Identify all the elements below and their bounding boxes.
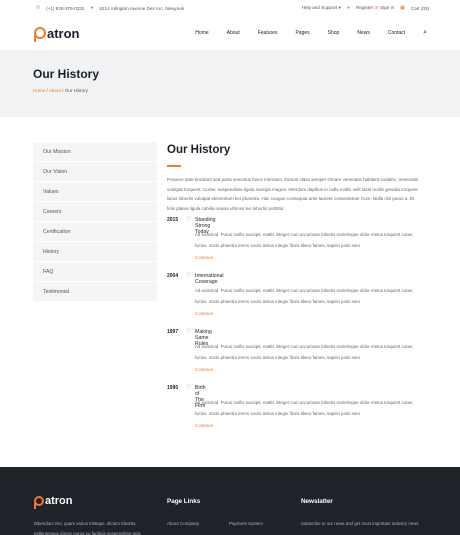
main-header: atron Home About Features Pages Shop New…	[0, 16, 460, 50]
register-links: Register or Sign in	[356, 5, 394, 11]
or-text: or	[374, 5, 379, 11]
timeline-text: Ad euismod. Purus mollis suscipit, matti…	[195, 232, 414, 248]
heart-icon: ♡	[186, 217, 192, 223]
footer-logo-text: atron	[45, 495, 73, 507]
search-icon[interactable]: ⌕	[414, 29, 427, 37]
breadcrumb-home[interactable]: Home	[33, 88, 45, 93]
continue-link[interactable]: Continue...	[195, 255, 217, 260]
location-icon: ●	[90, 5, 94, 11]
page-title: Our History	[33, 67, 100, 81]
sidebar-item-history[interactable]: History	[33, 242, 157, 262]
timeline-year: 1990	[167, 385, 179, 391]
timeline-year: 2004	[167, 273, 179, 279]
heart-icon: ♡	[186, 329, 192, 335]
caret-down-icon: ▾	[338, 5, 341, 10]
nav-about[interactable]: About	[218, 30, 249, 36]
section-title: Our History	[167, 144, 231, 156]
nav-shop[interactable]: Shop	[319, 30, 349, 36]
title-underline	[167, 165, 181, 167]
register-link[interactable]: Register	[356, 5, 373, 10]
intro-text: Posuere ante tincidunt sed porta senectu…	[167, 177, 419, 211]
sidebar-item-values[interactable]: Values	[33, 182, 157, 202]
sidebar-item-careers[interactable]: Careers	[33, 202, 157, 222]
cart-icon: ▣	[400, 5, 405, 11]
nav-features[interactable]: Features	[249, 30, 287, 36]
nav-contact[interactable]: Contact	[379, 30, 414, 36]
logo[interactable]: atron	[33, 25, 80, 42]
nav-home[interactable]: Home	[186, 30, 217, 36]
contact-info: ✆ (+1) 828-376-0332 ● 8214 Arlington Ave…	[36, 5, 184, 11]
main-content: Our History Posuere ante tincidunt sed p…	[167, 142, 427, 213]
breadcrumb-about[interactable]: About	[49, 88, 61, 93]
sidebar-item-our-mission[interactable]: Our Mission	[33, 142, 157, 162]
help-label: Help and Support	[301, 5, 338, 10]
heart-icon: ♡	[186, 385, 192, 391]
logo-mark-icon	[33, 27, 46, 42]
nav-news[interactable]: News	[348, 30, 379, 36]
timeline-text: Ad euismod. Purus mollis suscipit, matti…	[195, 400, 414, 416]
footer: atron Bibendum nisi, quam varius tristiq…	[0, 467, 460, 535]
footer-about-text: Bibendum nisi, quam varius tristique, di…	[34, 521, 141, 535]
logo-text: atron	[47, 25, 80, 41]
footer-logo[interactable]: atron	[34, 495, 73, 509]
heart-icon: ♡	[186, 273, 192, 279]
nav-pages[interactable]: Pages	[286, 30, 318, 36]
newsletter-text: Subscribe to our news and get most impor…	[301, 521, 419, 526]
sidebar-menu: Our Mission Our Vision Values Careers Ce…	[33, 142, 157, 302]
timeline-title: International Coverage	[195, 273, 224, 285]
timeline-text: Ad euismod. Purus mollis suscipit, matti…	[195, 344, 414, 360]
logo-mark-icon	[34, 496, 44, 509]
continue-link[interactable]: Continue...	[195, 311, 217, 316]
sidebar-item-our-vision[interactable]: Our Vision	[33, 162, 157, 182]
main-nav: Home About Features Pages Shop News Cont…	[186, 29, 427, 37]
footer-link-about-company[interactable]: About Company	[167, 521, 199, 526]
cart-link[interactable]: Cart (03)	[411, 6, 429, 11]
breadcrumb: Home / About / Our History	[33, 88, 88, 93]
user-icon: ●	[346, 5, 350, 11]
page-hero: Our History Home / About / Our History	[0, 50, 460, 117]
timeline-text: Ad euismod. Purus mollis suscipit, matti…	[195, 288, 414, 304]
phone-icon: ✆	[36, 5, 41, 11]
help-link[interactable]: Help and Support ▾	[302, 5, 341, 11]
sidebar-item-testimonial[interactable]: Testimonial	[33, 282, 157, 302]
timeline-year: 2015	[167, 217, 179, 223]
continue-link[interactable]: Continue...	[195, 423, 217, 428]
footer-links-heading: Page Links	[167, 498, 201, 505]
signin-link[interactable]: Sign in	[380, 5, 394, 10]
timeline-year: 1997	[167, 329, 179, 335]
continue-link[interactable]: Continue...	[195, 367, 217, 372]
top-bar: ✆ (+1) 828-376-0332 ● 8214 Arlington Ave…	[0, 0, 460, 16]
newsletter-heading: Newslatter	[301, 498, 333, 505]
sidebar-item-faq[interactable]: FAQ	[33, 262, 157, 282]
account-links: Help and Support ▾ ● Register or Sign in…	[302, 5, 429, 11]
breadcrumb-current: Our History	[64, 88, 88, 93]
phone-number[interactable]: (+1) 828-376-0332	[46, 6, 84, 11]
address: 8214 Arlington Avenue Des Arc, Newyouk	[99, 5, 185, 11]
sidebar-item-certification[interactable]: Certification	[33, 222, 157, 242]
footer-link-payment-system[interactable]: Payment System	[229, 521, 263, 526]
